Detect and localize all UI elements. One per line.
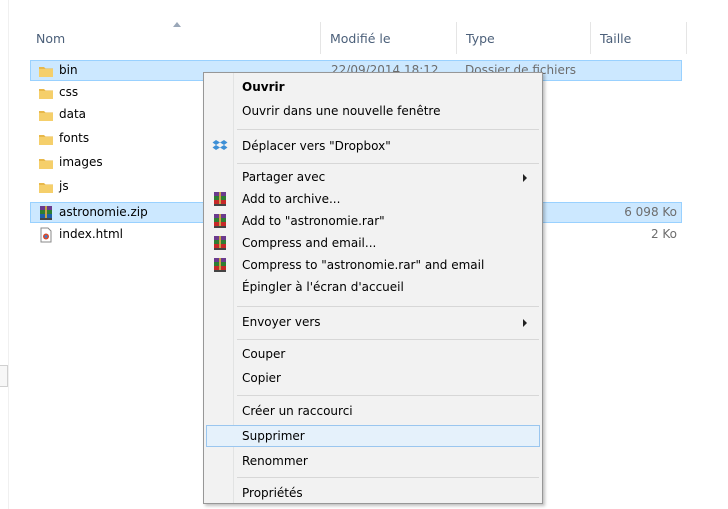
menu-item-label: Add to archive... bbox=[242, 192, 341, 206]
menu-item-label: Compress and email... bbox=[242, 236, 377, 250]
menu-item-label: Déplacer vers "Dropbox" bbox=[242, 139, 391, 153]
menu-item-cut[interactable]: Couper bbox=[206, 343, 540, 365]
menu-item-label: Ouvrir dans une nouvelle fenêtre bbox=[242, 104, 441, 118]
column-header-name[interactable]: Nom bbox=[36, 28, 65, 50]
submenu-arrow-icon bbox=[523, 319, 527, 327]
column-header-size[interactable]: Taille bbox=[600, 28, 631, 50]
column-divider[interactable] bbox=[320, 22, 321, 54]
menu-item-label: Envoyer vers bbox=[242, 315, 321, 329]
column-divider[interactable] bbox=[590, 22, 591, 54]
file-size: 2 Ko bbox=[650, 227, 677, 241]
menu-separator bbox=[237, 163, 539, 164]
folder-icon bbox=[39, 183, 53, 193]
file-size: 6 098 Ko bbox=[624, 205, 677, 219]
menu-item-label: Compress to "astronomie.rar" and email bbox=[242, 258, 485, 272]
menu-item-label: Créer un raccourci bbox=[242, 404, 353, 418]
menu-item-compress-to-rar-and-email[interactable]: Compress to "astronomie.rar" and email bbox=[206, 254, 540, 276]
folder-icon bbox=[39, 159, 53, 169]
folder-icon bbox=[39, 89, 53, 99]
winrar-icon bbox=[214, 192, 226, 206]
file-name: fonts bbox=[59, 131, 90, 145]
menu-item-rename[interactable]: Renommer bbox=[206, 450, 540, 472]
file-name: js bbox=[59, 179, 69, 193]
file-name: data bbox=[59, 107, 87, 121]
menu-item-label: Copier bbox=[242, 371, 281, 385]
file-name: bin bbox=[59, 63, 78, 77]
menu-item-add-to-rar[interactable]: Add to "astronomie.rar" bbox=[206, 210, 540, 232]
menu-item-properties[interactable]: Propriétés bbox=[206, 482, 540, 504]
column-header-bar: Nom Modifié le Type Taille bbox=[28, 18, 688, 56]
menu-separator bbox=[237, 306, 539, 307]
menu-item-delete[interactable]: Supprimer bbox=[206, 425, 540, 447]
winrar-icon bbox=[214, 236, 226, 250]
folder-icon bbox=[39, 67, 53, 77]
menu-item-label: Ouvrir bbox=[242, 80, 285, 94]
menu-item-pin-to-start[interactable]: Épingler à l'écran d'accueil bbox=[206, 276, 540, 298]
menu-separator bbox=[237, 129, 539, 130]
dropbox-icon bbox=[212, 140, 228, 150]
winrar-icon bbox=[214, 214, 226, 228]
menu-item-label: Add to "astronomie.rar" bbox=[242, 214, 385, 228]
context-menu: Ouvrir Ouvrir dans une nouvelle fenêtre … bbox=[203, 72, 543, 504]
column-header-modified[interactable]: Modifié le bbox=[330, 28, 391, 50]
file-name: css bbox=[59, 85, 79, 99]
file-name: index.html bbox=[59, 227, 123, 241]
menu-item-label: Renommer bbox=[242, 454, 308, 468]
pane-splitter-handle[interactable] bbox=[0, 365, 8, 387]
menu-item-label: Partager avec bbox=[242, 170, 326, 184]
submenu-arrow-icon bbox=[523, 174, 527, 182]
sort-ascending-icon bbox=[173, 22, 181, 27]
menu-item-move-to-dropbox[interactable]: Déplacer vers "Dropbox" bbox=[206, 135, 540, 157]
file-name: astronomie.zip bbox=[59, 205, 148, 219]
file-name: images bbox=[59, 155, 103, 169]
folder-icon bbox=[39, 111, 53, 121]
menu-item-open-new-window[interactable]: Ouvrir dans une nouvelle fenêtre bbox=[206, 100, 540, 122]
column-header-type[interactable]: Type bbox=[466, 28, 495, 50]
menu-item-send-to[interactable]: Envoyer vers bbox=[206, 311, 540, 333]
menu-item-label: Couper bbox=[242, 347, 286, 361]
menu-item-label: Supprimer bbox=[242, 429, 305, 443]
menu-separator bbox=[237, 477, 539, 478]
menu-item-add-to-archive[interactable]: Add to archive... bbox=[206, 188, 540, 210]
folder-icon bbox=[39, 135, 53, 145]
winrar-archive-icon bbox=[40, 206, 52, 220]
menu-item-open[interactable]: Ouvrir bbox=[206, 76, 540, 98]
menu-separator bbox=[237, 339, 539, 340]
menu-separator bbox=[237, 395, 539, 396]
menu-item-label: Propriétés bbox=[242, 486, 303, 500]
menu-item-copy[interactable]: Copier bbox=[206, 367, 540, 389]
winrar-icon bbox=[214, 258, 226, 272]
column-divider[interactable] bbox=[686, 22, 687, 54]
menu-item-create-shortcut[interactable]: Créer un raccourci bbox=[206, 400, 540, 422]
menu-item-compress-and-email[interactable]: Compress and email... bbox=[206, 232, 540, 254]
menu-item-share-with[interactable]: Partager avec bbox=[206, 166, 540, 188]
column-divider[interactable] bbox=[456, 22, 457, 54]
menu-item-label: Épingler à l'écran d'accueil bbox=[242, 280, 404, 294]
html-file-icon bbox=[40, 227, 52, 243]
left-pane-edge bbox=[0, 0, 9, 509]
